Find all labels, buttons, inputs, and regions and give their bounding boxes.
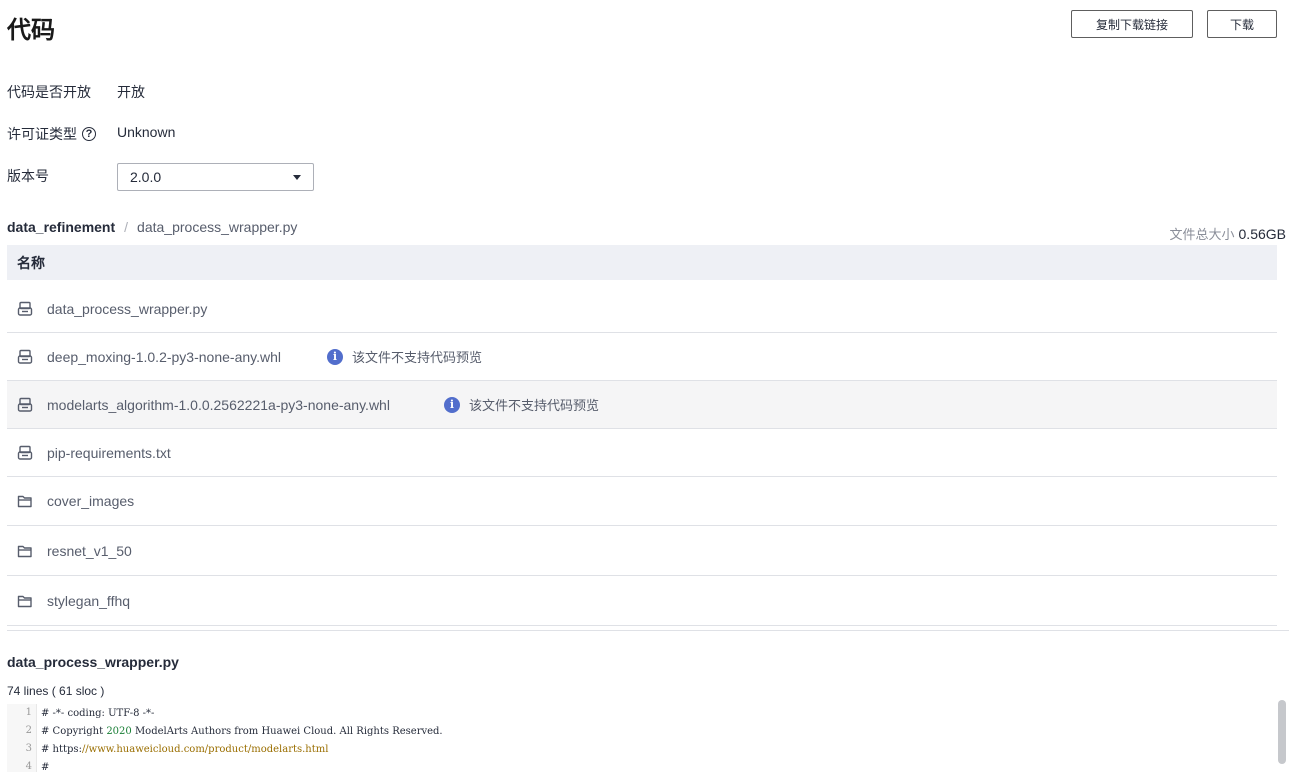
- total-size-label: 文件总大小: [1169, 227, 1235, 242]
- table-row[interactable]: cover_images: [7, 477, 1277, 526]
- info-icon: i: [444, 396, 460, 413]
- line-number: 3: [7, 740, 37, 758]
- code-scrollbar[interactable]: [1278, 700, 1286, 764]
- file-name[interactable]: pip-requirements.txt: [47, 445, 171, 461]
- code-text-part: ModelArts Authors from Huawei Cloud. All…: [131, 725, 443, 737]
- folder-name[interactable]: resnet_v1_50: [47, 543, 132, 559]
- code-text-part: # https:: [41, 743, 82, 755]
- breadcrumb-current: data_process_wrapper.py: [137, 219, 298, 235]
- copy-download-link-button[interactable]: 复制下载链接: [1071, 10, 1193, 38]
- code-open-label: 代码是否开放: [7, 82, 91, 102]
- file-icon: [17, 397, 33, 412]
- table-row[interactable]: deep_moxing-1.0.2-py3-none-any.whl i 该文件不…: [7, 333, 1277, 381]
- folder-icon: [17, 495, 32, 508]
- code-text: # https://www.huaweicloud.com/product/mo…: [37, 744, 328, 755]
- file-icon: [17, 301, 33, 316]
- help-icon[interactable]: ?: [82, 127, 96, 141]
- code-line: 2 # Copyright 2020 ModelArts Authors fro…: [7, 722, 1277, 740]
- code-number: 2020: [106, 725, 132, 737]
- line-number: 1: [7, 704, 37, 722]
- table-row[interactable]: pip-requirements.txt: [7, 429, 1277, 477]
- divider: [7, 630, 1289, 631]
- notice-text: 该文件不支持代码预览: [352, 350, 483, 365]
- folder-name[interactable]: cover_images: [47, 493, 134, 509]
- code-line: 3 # https://www.huaweicloud.com/product/…: [7, 740, 1277, 758]
- breadcrumb-root[interactable]: data_refinement: [7, 219, 115, 235]
- file-icon: [17, 349, 33, 364]
- code-line: 4 #: [7, 758, 1277, 772]
- code-stats: 74 lines ( 61 sloc ): [7, 684, 105, 698]
- folder-icon: [17, 595, 32, 607]
- license-label: 许可证类型 ?: [7, 124, 96, 144]
- preview-unsupported-notice: i 该文件不支持代码预览: [444, 395, 599, 414]
- version-select[interactable]: 2.0.0: [117, 163, 314, 191]
- total-size: 文件总大小 0.56GB: [1170, 224, 1287, 243]
- code-viewer[interactable]: 1 # -*- coding: UTF-8 -*- 2 # Copyright …: [7, 703, 1277, 772]
- breadcrumb: data_refinement / data_process_wrapper.p…: [7, 219, 297, 235]
- code-text: #: [41, 761, 50, 772]
- notice-text: 该文件不支持代码预览: [469, 398, 600, 413]
- license-label-text: 许可证类型: [7, 126, 77, 142]
- version-label: 版本号: [7, 166, 49, 186]
- file-name[interactable]: deep_moxing-1.0.2-py3-none-any.whl: [47, 349, 281, 365]
- table-row[interactable]: data_process_wrapper.py: [7, 285, 1277, 333]
- line-number: 4: [7, 758, 37, 772]
- download-button[interactable]: 下载: [1207, 10, 1277, 38]
- preview-unsupported-notice: i 该文件不支持代码预览: [327, 347, 482, 366]
- code-text: # Copyright 2020 ModelArts Authors from …: [37, 726, 443, 737]
- file-name[interactable]: data_process_wrapper.py: [47, 301, 207, 317]
- folder-icon: [17, 545, 32, 557]
- table-row[interactable]: stylegan_ffhq: [7, 576, 1277, 626]
- code-line: 1 # -*- coding: UTF-8 -*-: [7, 704, 1277, 722]
- total-size-value: 0.56GB: [1238, 226, 1286, 242]
- table-row[interactable]: modelarts_algorithm-1.0.0.2562221a-py3-n…: [7, 381, 1277, 429]
- code-url: //www.huaweicloud.com/product/modelarts.…: [81, 743, 329, 755]
- page-title: 代码: [7, 17, 55, 44]
- file-name[interactable]: modelarts_algorithm-1.0.0.2562221a-py3-n…: [47, 397, 390, 413]
- code-text-part: # Copyright: [41, 725, 107, 737]
- file-icon: [17, 445, 33, 460]
- version-select-value: 2.0.0: [130, 169, 162, 185]
- license-value: Unknown: [117, 124, 176, 140]
- folder-name[interactable]: stylegan_ffhq: [47, 593, 130, 609]
- info-icon: i: [327, 348, 343, 365]
- code-open-value: 开放: [117, 84, 145, 100]
- code-text: # -*- coding: UTF-8 -*-: [41, 707, 155, 719]
- breadcrumb-separator: /: [124, 219, 129, 235]
- chevron-down-icon: [293, 175, 301, 180]
- line-number: 2: [7, 722, 37, 740]
- code-file-title: data_process_wrapper.py: [7, 654, 179, 670]
- table-header-name: 名称: [7, 245, 1277, 280]
- version-label-text: 版本号: [7, 168, 49, 184]
- table-row[interactable]: resnet_v1_50: [7, 526, 1277, 576]
- code-open-label-text: 代码是否开放: [7, 84, 91, 100]
